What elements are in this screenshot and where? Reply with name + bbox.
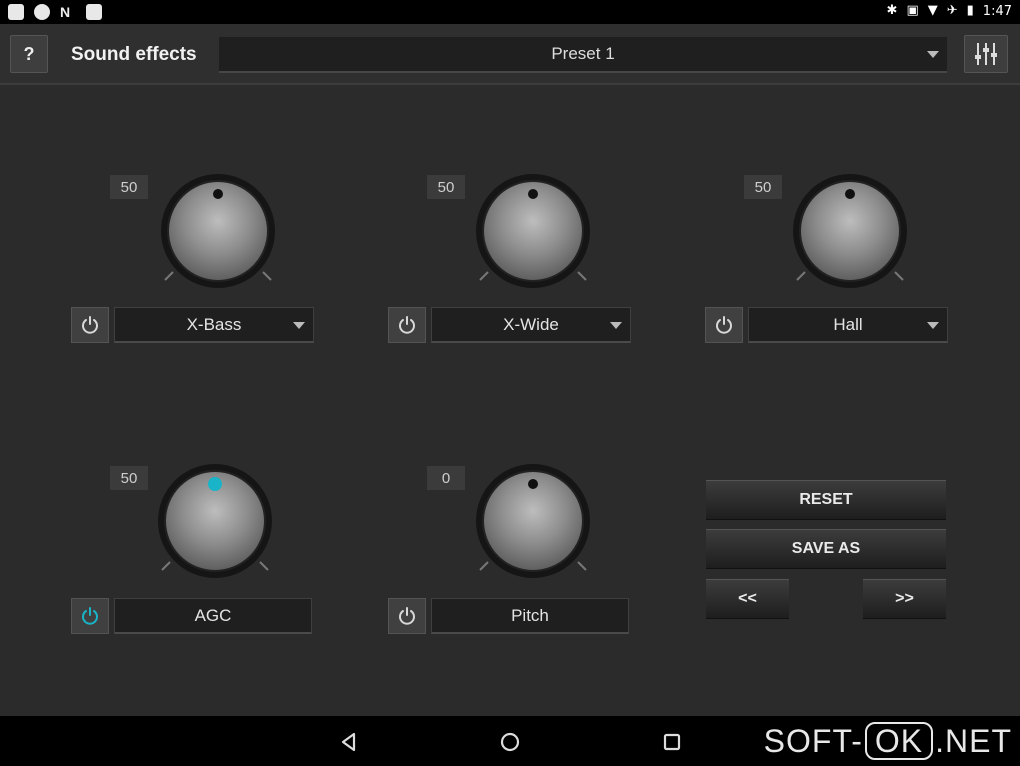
- knob-value: 50: [110, 175, 148, 199]
- equalizer-icon: [975, 43, 997, 65]
- effect-label: X-Bass: [186, 314, 242, 334]
- effect-label: Hall: [833, 314, 863, 334]
- notification-icons: N: [8, 4, 102, 20]
- pitch-knob[interactable]: [474, 462, 592, 580]
- xbass-power-button[interactable]: [71, 307, 109, 343]
- effect-label: AGC: [194, 605, 232, 625]
- equalizer-button[interactable]: [964, 35, 1008, 73]
- system-icons: ✱ ▣ ▼ ✈ ▮ 1:47: [887, 3, 1012, 19]
- recent-apps-icon[interactable]: [661, 731, 683, 753]
- agc-knob[interactable]: [156, 462, 274, 580]
- hall-knob[interactable]: [791, 172, 909, 290]
- chevron-down-icon: [927, 51, 939, 58]
- photo-icon: [86, 4, 102, 20]
- chevron-down-icon: [927, 322, 939, 329]
- gallery-icon: [8, 4, 24, 20]
- power-icon: [399, 607, 415, 625]
- power-icon: [399, 316, 415, 334]
- bluetooth-icon: ✱: [886, 3, 898, 18]
- pitch-label-field: Pitch: [431, 598, 629, 634]
- agc-power-button[interactable]: [71, 598, 109, 634]
- hall-power-button[interactable]: [705, 307, 743, 343]
- n-app-icon: N: [60, 4, 71, 20]
- knob-value: 50: [427, 175, 465, 199]
- effect-label: X-Wide: [503, 314, 559, 334]
- xbass-knob[interactable]: [159, 172, 277, 290]
- back-icon[interactable]: [338, 731, 360, 753]
- xbass-type-dropdown[interactable]: X-Bass: [114, 307, 314, 343]
- power-icon: [82, 316, 98, 334]
- knob-value: 0: [427, 466, 465, 490]
- preset-value: Preset 1: [551, 44, 615, 63]
- save-as-button[interactable]: SAVE AS: [706, 529, 946, 569]
- home-icon[interactable]: [499, 731, 521, 753]
- vibrate-icon: ▣: [906, 3, 919, 18]
- airplane-icon: ✈: [946, 3, 958, 18]
- chevron-down-icon: [610, 322, 622, 329]
- power-icon: [82, 607, 98, 625]
- hall-type-dropdown[interactable]: Hall: [748, 307, 948, 343]
- status-bar: N ✱ ▣ ▼ ✈ ▮ 1:47: [0, 0, 1020, 24]
- chevron-down-icon: [293, 322, 305, 329]
- previous-preset-button[interactable]: <<: [706, 579, 789, 619]
- preset-dropdown[interactable]: Preset 1: [219, 37, 947, 73]
- effect-label: Pitch: [511, 605, 549, 625]
- wifi-icon: ▼: [927, 3, 938, 18]
- app-header: ? Sound effects Preset 1: [0, 24, 1020, 85]
- xwide-power-button[interactable]: [388, 307, 426, 343]
- sync-icon: [34, 4, 50, 20]
- knob-value: 50: [110, 466, 148, 490]
- page-title: Sound effects: [71, 44, 197, 65]
- clock: 1:47: [982, 3, 1012, 19]
- next-preset-button[interactable]: >>: [863, 579, 946, 619]
- knob-value: 50: [744, 175, 782, 199]
- navigation-bar: SOFT- OK .NET: [0, 716, 1020, 766]
- xwide-knob[interactable]: [474, 172, 592, 290]
- help-button[interactable]: ?: [10, 35, 48, 73]
- reset-button[interactable]: RESET: [706, 480, 946, 520]
- battery-icon: ▮: [966, 3, 974, 18]
- agc-label-field: AGC: [114, 598, 312, 634]
- power-icon: [716, 316, 732, 334]
- pitch-power-button[interactable]: [388, 598, 426, 634]
- xwide-type-dropdown[interactable]: X-Wide: [431, 307, 631, 343]
- watermark: SOFT- OK .NET: [763, 722, 1012, 760]
